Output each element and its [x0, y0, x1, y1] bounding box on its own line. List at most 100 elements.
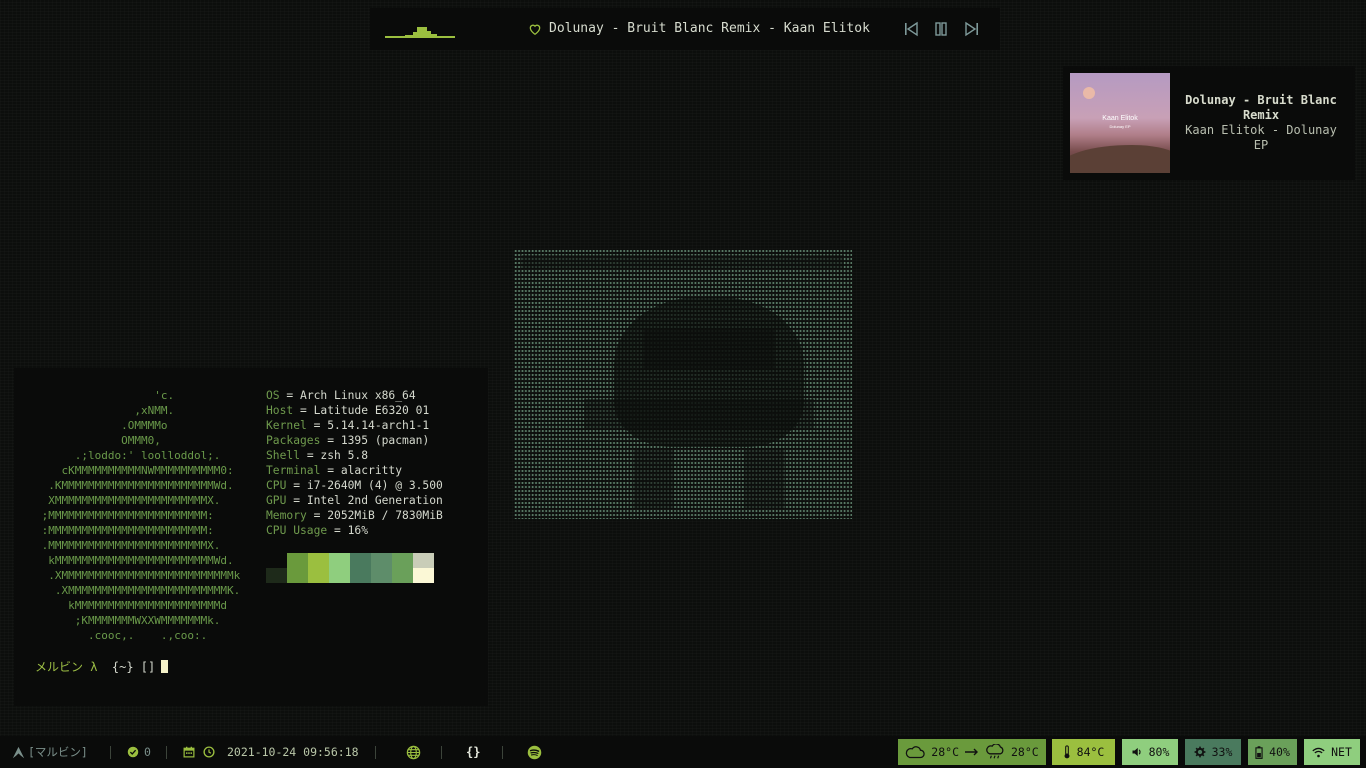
sysinfo-row: OS = Arch Linux x86_64 — [266, 389, 416, 402]
sysinfo-value: 16% — [347, 524, 369, 537]
check-circle-icon — [127, 746, 139, 758]
network-label: NET — [1331, 745, 1352, 759]
now-playing-artist: Kaan Elitok - Dolunay EP — [1185, 123, 1337, 152]
palette-swatch — [308, 553, 329, 568]
wifi-icon — [1312, 747, 1325, 758]
sysinfo-value: zsh 5.8 — [320, 449, 369, 462]
rain-cloud-icon — [985, 744, 1005, 760]
globe-icon[interactable] — [406, 736, 421, 768]
now-playing-card: Kaan Elitok Dolunay EP Dolunay - Bruit B… — [1063, 66, 1355, 180]
text-cursor — [161, 660, 169, 673]
skip-previous-icon[interactable] — [902, 20, 920, 38]
sysinfo-value: 1395 (pacman) — [340, 434, 430, 447]
clock-icon — [203, 746, 215, 758]
palette-swatch — [329, 553, 350, 568]
palette-swatch — [392, 553, 413, 568]
weather-now: 28°C — [931, 745, 959, 759]
sysinfo-value: Latitude E6320 01 — [313, 404, 430, 417]
updates-indicator[interactable]: 0 — [127, 736, 151, 768]
sysinfo-row: Kernel = 5.14.14-arch1-1 — [266, 419, 430, 432]
updates-count: 0 — [144, 745, 151, 759]
sysinfo-row: Memory = 2052MiB / 7830MiB — [266, 509, 443, 522]
sysinfo-key: Kernel — [266, 419, 307, 432]
clock[interactable]: 2021-10-24 09:56:18 — [183, 736, 359, 768]
sysinfo-value: Arch Linux x86_64 — [300, 389, 416, 402]
weather-later: 28°C — [1011, 745, 1039, 759]
workspace-label: [マルビン] — [28, 745, 88, 759]
arch-logo-ascii: 'c. ,xNMM. .OMMMMo OMMM0, .;loddo:' lool… — [41, 389, 241, 642]
network-module[interactable]: NET — [1304, 739, 1360, 765]
palette-swatch — [392, 568, 413, 583]
sysinfo-key: GPU — [266, 494, 287, 507]
terminal-window[interactable]: 'c. ,xNMM. .OMMMMo OMMM0, .;loddo:' lool… — [14, 368, 488, 706]
sysinfo-key: Host — [266, 404, 294, 417]
sysinfo-key: Terminal — [266, 464, 321, 477]
ascii-art-image — [514, 249, 852, 519]
sysinfo-key: OS — [266, 389, 280, 402]
palette-swatch — [371, 553, 392, 568]
volume-value: 80% — [1148, 745, 1170, 759]
battery-icon — [1255, 745, 1263, 759]
now-playing-title: Dolunay - Bruit Blanc Remix — [1185, 93, 1337, 122]
sysinfo-row: Packages = 1395 (pacman) — [266, 434, 430, 447]
sysinfo-value: i7-2640M (4) @ 3.500 — [306, 479, 443, 492]
palette-swatch — [413, 553, 434, 568]
palette-swatch — [308, 568, 329, 583]
sysinfo-row: CPU = i7-2640M (4) @ 3.500 — [266, 479, 443, 492]
palette-swatch — [413, 568, 434, 583]
prompt-cwd: {~} [] — [111, 660, 156, 674]
palette-swatch — [287, 568, 308, 583]
volume-icon — [1131, 746, 1143, 758]
system-info: OS = Arch Linux x86_64 Host = Latitude E6… — [266, 388, 443, 538]
sysinfo-row: GPU = Intel 2nd Generation — [266, 494, 443, 507]
sysinfo-row: CPU Usage = 16% — [266, 524, 369, 537]
sysinfo-value: 5.14.14-arch1-1 — [327, 419, 430, 432]
pause-icon[interactable] — [932, 20, 950, 38]
audio-visualizer — [385, 22, 455, 38]
thermometer-icon — [1063, 745, 1071, 759]
temperature-value: 84°C — [1076, 745, 1105, 759]
cpu-value: 33% — [1211, 745, 1233, 759]
palette-swatch — [350, 568, 371, 583]
shell-prompt[interactable]: メルビン λ {~} [] — [35, 658, 169, 675]
workspace-indicator[interactable]: [マルビン] — [12, 736, 88, 768]
sysinfo-value: 2052MiB / 7830MiB — [327, 509, 443, 522]
battery-module[interactable]: 40% — [1248, 739, 1297, 765]
cloud-icon — [905, 745, 926, 759]
volume-module[interactable]: 80% — [1122, 739, 1178, 765]
sysinfo-key: Memory — [266, 509, 307, 522]
datetime-text: 2021-10-24 09:56:18 — [227, 745, 359, 759]
skip-next-icon[interactable] — [963, 20, 981, 38]
spotify-icon[interactable] — [527, 736, 542, 768]
sysinfo-key: Packages — [266, 434, 321, 447]
album-art: Kaan Elitok Dolunay EP — [1070, 73, 1170, 173]
sysinfo-key: CPU Usage — [266, 524, 328, 537]
arrow-right-icon — [965, 748, 979, 756]
calendar-icon — [183, 746, 195, 758]
temperature-module[interactable]: 84°C — [1052, 739, 1115, 765]
music-bar: Dolunay - Bruit Blanc Remix - Kaan Elito… — [370, 8, 1000, 50]
track-title: Dolunay - Bruit Blanc Remix - Kaan Elito… — [549, 21, 870, 36]
palette-swatch — [266, 568, 287, 583]
sysinfo-row: Host = Latitude E6320 01 — [266, 404, 430, 417]
palette-swatch — [371, 568, 392, 583]
battery-value: 40% — [1269, 745, 1290, 759]
status-bar: [マルビン] 0 2021-10-24 09:56:18 {} 28°C 28°… — [0, 736, 1366, 768]
album-art-artist: Kaan Elitok — [1102, 115, 1138, 122]
weather-module[interactable]: 28°C 28°C — [898, 739, 1046, 765]
palette-swatch — [287, 553, 308, 568]
cpu-module[interactable]: 33% — [1185, 739, 1241, 765]
sysinfo-value: alacritty — [340, 464, 403, 477]
heart-icon[interactable] — [528, 22, 542, 36]
gear-icon — [1194, 746, 1206, 758]
arch-icon — [12, 746, 25, 759]
prompt-user: メルビン λ — [35, 660, 98, 674]
sysinfo-key: CPU — [266, 479, 287, 492]
sysinfo-value: Intel 2nd Generation — [306, 494, 443, 507]
palette-swatch — [350, 553, 371, 568]
dev-braces-button[interactable]: {} — [466, 736, 480, 768]
palette-swatch — [329, 568, 350, 583]
sysinfo-row: Terminal = alacritty — [266, 464, 403, 477]
album-art-album: Dolunay EP — [1109, 124, 1131, 129]
sysinfo-row: Shell = zsh 5.8 — [266, 449, 369, 462]
